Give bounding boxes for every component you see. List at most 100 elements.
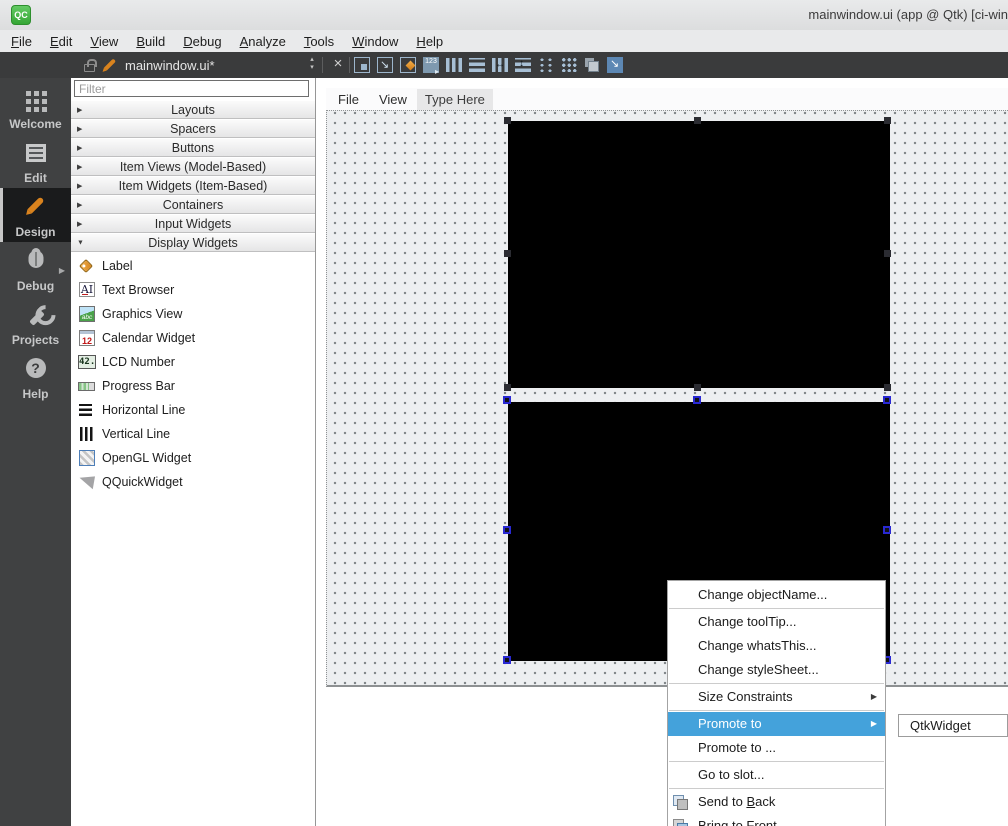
resize-handle-blue[interactable] (503, 396, 511, 404)
widget-item-horizontal-line[interactable]: Horizontal Line (71, 398, 315, 422)
edit-widgets-icon[interactable] (354, 57, 370, 73)
menu-item-change-tooltip[interactable]: Change toolTip... (668, 610, 885, 634)
menu-item-promote-to[interactable]: Promote to▶ (668, 712, 885, 736)
mode-sidebar: Welcome Edit Design ▶ Debug Projects ? H… (0, 78, 71, 826)
tag-icon (78, 257, 96, 275)
resize-handle[interactable] (694, 384, 701, 391)
resize-handle[interactable] (504, 250, 511, 257)
adjust-size-icon[interactable] (607, 57, 623, 73)
menu-debug[interactable]: Debug (174, 34, 230, 49)
send-to-back-icon (673, 795, 688, 810)
layout-vertically-icon[interactable] (469, 58, 485, 72)
display-widgets-list: Label AIText Browser abcGraphics View 12… (71, 254, 315, 494)
close-document-icon[interactable]: × (330, 55, 346, 72)
edit-pencil-icon (104, 58, 116, 70)
category-containers[interactable]: ▶Containers (71, 196, 315, 214)
menu-item-send-to-back[interactable]: Send to Back (668, 790, 885, 814)
widget-categories: ▶Layouts ▶Spacers ▶Buttons ▶Item Views (… (71, 101, 315, 253)
menu-separator (669, 710, 884, 711)
resize-handle-blue[interactable] (883, 526, 891, 534)
splitter-vertical-icon[interactable] (515, 58, 531, 72)
widget-item-calendar[interactable]: 12Calendar Widget (71, 326, 315, 350)
menu-item-change-stylesheet[interactable]: Change styleSheet... (668, 658, 885, 682)
menu-help[interactable]: Help (407, 34, 452, 49)
widget-item-opengl[interactable]: OpenGL Widget (71, 446, 315, 470)
menu-build[interactable]: Build (127, 34, 174, 49)
menu-edit[interactable]: Edit (41, 34, 81, 49)
sidebar-item-help[interactable]: ? Help (0, 352, 71, 404)
menu-separator (669, 608, 884, 609)
progress-bar-icon (78, 377, 96, 395)
layout-grid-icon[interactable] (561, 57, 577, 72)
collapsed-triangle-icon: ▶ (77, 181, 82, 189)
edit-tab-order-icon[interactable]: 123 (423, 57, 439, 73)
widget-item-vertical-line[interactable]: Vertical Line (71, 422, 315, 446)
widget-item-lcd-number[interactable]: 42.LCD Number (71, 350, 315, 374)
resize-handle-blue[interactable] (503, 526, 511, 534)
opengl-icon (78, 449, 96, 467)
resize-handle[interactable] (504, 117, 511, 124)
open-document-name[interactable]: mainwindow.ui* (125, 58, 215, 73)
menu-item-change-whatsthis[interactable]: Change whatsThis... (668, 634, 885, 658)
widget-item-text-browser[interactable]: AIText Browser (71, 278, 315, 302)
edit-signals-slots-icon[interactable] (377, 57, 393, 73)
resize-handle[interactable] (694, 117, 701, 124)
widget-item-qquickwidget[interactable]: QQuickWidget (71, 470, 315, 494)
paper-plane-icon (78, 473, 96, 491)
sidebar-item-design[interactable]: Design (0, 188, 71, 242)
layout-form-icon[interactable] (538, 57, 554, 72)
menu-item-bring-to-front[interactable]: Bring to Front (668, 814, 885, 826)
menu-item-promote-to-dialog[interactable]: Promote to ... (668, 736, 885, 760)
design-pencil-icon (28, 197, 45, 214)
menu-item-go-to-slot[interactable]: Go to slot... (668, 763, 885, 787)
resize-handle[interactable] (884, 250, 891, 257)
widget-item-label[interactable]: Label (71, 254, 315, 278)
form-menu-type-here[interactable]: Type Here (417, 89, 493, 110)
layout-horizontally-icon[interactable] (446, 58, 462, 72)
qtcreator-logo-icon: QC (11, 5, 31, 25)
category-item-widgets[interactable]: ▶Item Widgets (Item-Based) (71, 177, 315, 195)
sidebar-item-projects[interactable]: Projects (0, 298, 71, 350)
resize-handle-blue[interactable] (693, 396, 701, 404)
category-item-views[interactable]: ▶Item Views (Model-Based) (71, 158, 315, 176)
collapsed-triangle-icon: ▶ (77, 143, 82, 151)
edit-document-icon (26, 144, 46, 162)
menu-item-change-objectname[interactable]: Change objectName... (668, 583, 885, 607)
document-spinner-icon[interactable]: ▴▾ (306, 56, 318, 72)
menu-analyze[interactable]: Analyze (231, 34, 295, 49)
category-buttons[interactable]: ▶Buttons (71, 139, 315, 157)
debug-menu-arrow-icon[interactable]: ▶ (59, 266, 65, 275)
resize-handle-blue[interactable] (503, 656, 511, 664)
black-widget-1[interactable] (508, 121, 890, 388)
resize-handle[interactable] (884, 384, 891, 391)
filter-input[interactable] (74, 80, 309, 97)
submenu-item-qtkwidget[interactable]: QtkWidget (910, 718, 971, 733)
sidebar-item-welcome[interactable]: Welcome (0, 82, 71, 134)
collapsed-triangle-icon: ▶ (77, 162, 82, 170)
category-input-widgets[interactable]: ▶Input Widgets (71, 215, 315, 233)
form-menu-view[interactable]: View (369, 92, 417, 107)
window-titlebar: QC mainwindow.ui (app @ Qtk) [ci-win (0, 0, 1008, 30)
menu-tools[interactable]: Tools (295, 34, 343, 49)
form-menu-file[interactable]: File (328, 92, 369, 107)
category-display-widgets[interactable]: ▼Display Widgets (71, 234, 315, 252)
category-spacers[interactable]: ▶Spacers (71, 120, 315, 138)
edit-buddies-icon[interactable] (400, 57, 416, 73)
category-layouts[interactable]: ▶Layouts (71, 101, 315, 119)
menu-view[interactable]: View (81, 34, 127, 49)
widget-item-progress-bar[interactable]: Progress Bar (71, 374, 315, 398)
welcome-grid-icon (26, 91, 31, 96)
menu-separator (669, 788, 884, 789)
menu-window[interactable]: Window (343, 34, 407, 49)
sidebar-item-debug[interactable]: ▶ Debug (0, 244, 71, 296)
widget-item-graphics-view[interactable]: abcGraphics View (71, 302, 315, 326)
resize-handle[interactable] (504, 384, 511, 391)
collapsed-triangle-icon: ▶ (77, 124, 82, 132)
break-layout-icon[interactable] (584, 57, 600, 73)
resize-handle[interactable] (884, 117, 891, 124)
menu-item-size-constraints[interactable]: Size Constraints▶ (668, 685, 885, 709)
resize-handle-blue[interactable] (883, 396, 891, 404)
splitter-horizontal-icon[interactable] (492, 58, 508, 72)
menu-file[interactable]: File (2, 34, 41, 49)
sidebar-item-edit[interactable]: Edit (0, 136, 71, 188)
